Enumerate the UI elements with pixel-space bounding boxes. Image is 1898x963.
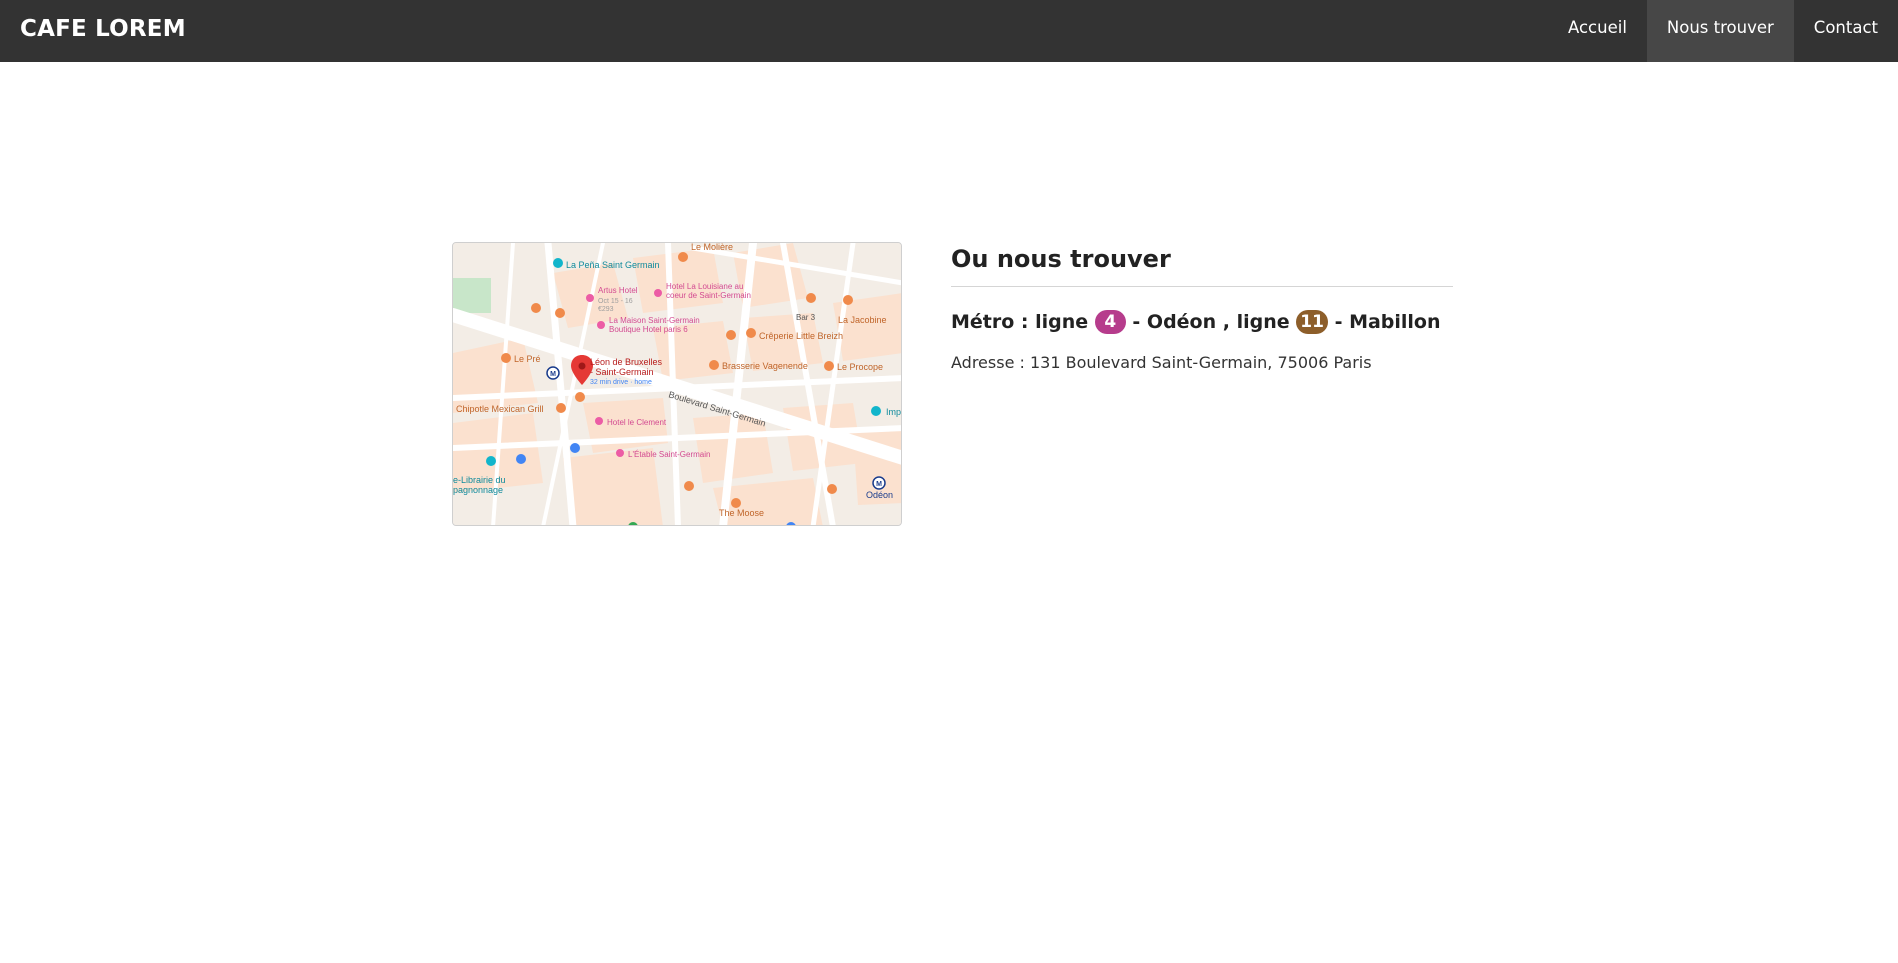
map-label: Le Procope — [837, 362, 883, 372]
brand-logo[interactable]: CAFE LOREM — [20, 0, 186, 62]
map-label: e-Librairie du — [453, 475, 506, 485]
park-area — [453, 278, 491, 313]
metro-line-badge-4: 4 — [1094, 310, 1126, 334]
metro-line-badge-11: 11 — [1296, 310, 1328, 334]
location-map[interactable]: M M La Peña Saint Germain Le Molière Art… — [452, 242, 902, 526]
map-label: coeur de Saint-Germain — [666, 291, 751, 300]
nav-item-contact[interactable]: Contact — [1794, 0, 1898, 62]
map-label: 32 min drive · home — [590, 379, 652, 386]
map-label: La Peña Saint Germain — [566, 260, 660, 270]
map-label: Crêperie Little Breizh — [759, 331, 843, 341]
metro-line-info: Métro : ligne 4 - Odéon , ligne 11 - Mab… — [951, 307, 1453, 337]
map-label: Le Molière — [691, 243, 733, 252]
map-label: Hotel le Clement — [607, 418, 667, 427]
map-label: Chipotle Mexican Grill — [456, 404, 544, 414]
map-label: La Jacobine — [838, 315, 887, 325]
page-title: Ou nous trouver — [951, 242, 1453, 287]
map-label: Brasserie Vagenende — [722, 361, 808, 371]
navbar: CAFE LOREM Accueil Nous trouver Contact — [0, 0, 1898, 62]
metro-station-odeon: - Odéon , ligne — [1132, 311, 1290, 333]
map-label: La Maison Saint-Germain — [609, 316, 700, 325]
metro-prefix: Métro : ligne — [951, 311, 1089, 333]
map-label: The Moose — [719, 508, 764, 518]
map-canvas[interactable]: M M La Peña Saint Germain Le Molière Art… — [453, 243, 902, 526]
map-label: Hotel La Louisiane au — [666, 282, 743, 291]
metro-station-mabillon: - Mabillon — [1334, 311, 1441, 333]
map-label: €293 — [598, 306, 614, 313]
svg-text:M: M — [550, 371, 556, 378]
map-label: L'Étable Saint-Germain — [628, 450, 710, 459]
map-label: Odéon — [866, 490, 893, 500]
nav-item-nous-trouver[interactable]: Nous trouver — [1646, 0, 1794, 62]
svg-text:M: M — [876, 481, 882, 488]
map-label: Le Pré — [514, 354, 541, 364]
map-label: - Saint-Germain — [590, 367, 654, 377]
map-label: Léon de Bruxelles — [590, 357, 663, 367]
address-text: Adresse : 131 Boulevard Saint-Germain, 7… — [951, 353, 1372, 372]
map-label: Bar 3 — [796, 313, 816, 322]
nav-item-accueil[interactable]: Accueil — [1548, 0, 1647, 62]
map-label: Boutique Hotel paris 6 — [609, 325, 688, 334]
nav-menu: Accueil Nous trouver Contact — [1548, 0, 1898, 62]
map-label: pagnonnage — [453, 485, 503, 495]
map-label: Imp — [886, 407, 901, 417]
location-info: Ou nous trouver Métro : ligne 4 - Odéon … — [951, 242, 1453, 375]
map-label: Artus Hotel — [598, 286, 638, 295]
map-label: Oct 15 - 16 — [598, 298, 633, 305]
